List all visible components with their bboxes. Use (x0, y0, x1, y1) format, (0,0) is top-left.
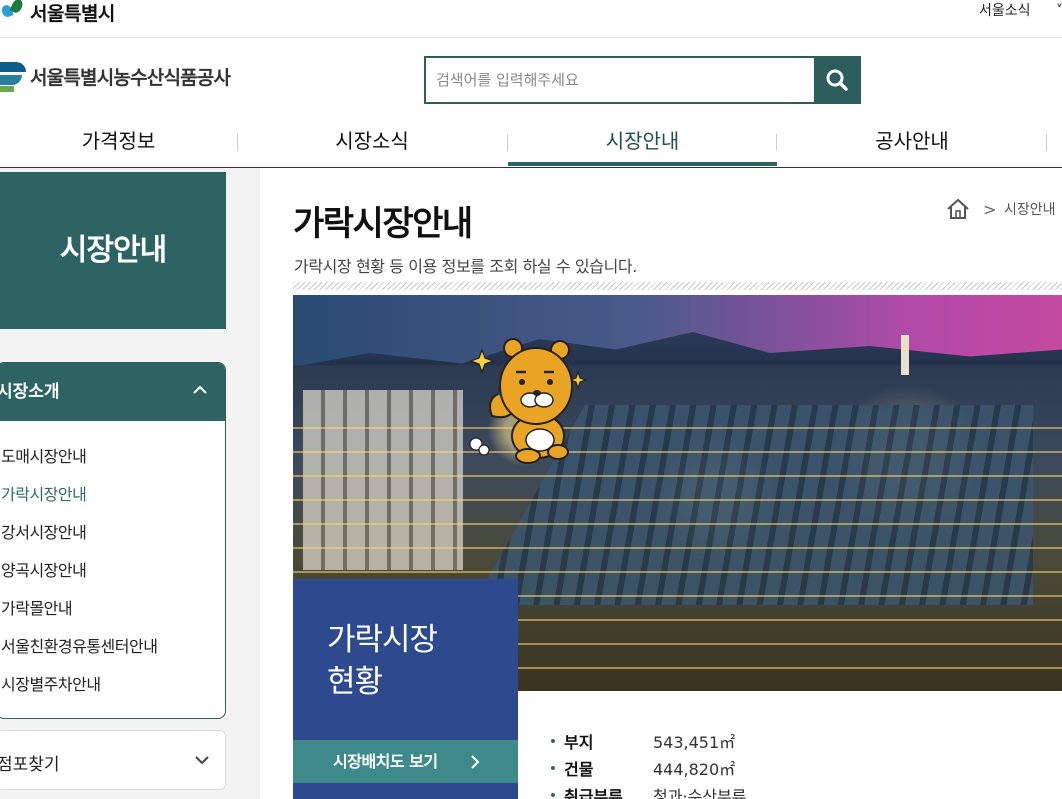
market-map-button-label: 시장배치도 보기 (333, 752, 438, 771)
lnb-title: 시장안내 (0, 172, 226, 329)
gnb-divider (1046, 134, 1047, 151)
chevron-up-icon (193, 385, 207, 394)
chevron-right-icon: > (983, 200, 997, 219)
search-button[interactable] (814, 58, 859, 102)
seoul-logo-text: 서울특별시 (30, 2, 115, 25)
market-map-button[interactable]: 시장배치도 보기 (293, 740, 518, 783)
home-icon[interactable] (946, 198, 970, 220)
card-title-line2: 현황 (327, 664, 383, 700)
gnb-item-corp-guide[interactable]: 공사안내 (777, 118, 1047, 167)
org-logo[interactable]: 서울특별시농수산식품공사 (0, 56, 231, 96)
stat-value: 444,820㎡ (653, 760, 736, 779)
breadcrumb-current[interactable]: 시장안내 (1004, 199, 1056, 219)
seoul-city-logo[interactable]: 서울특별시 (0, 0, 115, 25)
search-icon (826, 69, 848, 91)
chevron-down-icon (195, 756, 209, 765)
gnb-item-market-news[interactable]: 시장소식 (237, 118, 507, 167)
lnb-group2-label: 점포찾기 (0, 755, 60, 775)
search-input[interactable] (426, 58, 814, 102)
lnb-sub-gangseo[interactable]: 강서시장안내 (1, 519, 87, 543)
stat-value: 543,451㎡ (653, 733, 736, 752)
lnb-sub-garak[interactable]: 가락시장안내 (1, 481, 87, 505)
gnb-active-indicator (508, 162, 777, 166)
top-utility-bar: 서울특별시 서울소식 ˅ (0, 0, 1062, 38)
lnb-group-label: 시장소개 (0, 382, 60, 402)
stat-value: 청과·수산부류 (653, 787, 747, 799)
org-name: 서울특별시농수산식품공사 (30, 66, 231, 89)
page-title: 가락시장안내 (293, 204, 473, 244)
mascot-character-image (469, 338, 588, 464)
gnb-item-price-info[interactable]: 가격정보 (0, 118, 237, 167)
stat-label: 취급부류 (564, 787, 623, 799)
gnb-divider (507, 134, 508, 151)
title-divider (293, 282, 1062, 290)
gnb-divider (776, 134, 777, 151)
bullet-icon (551, 766, 555, 770)
lnb-sub-eco-center[interactable]: 서울친환경유통센터안내 (1, 633, 158, 657)
bullet-icon (551, 739, 555, 743)
stat-label: 부지 (564, 733, 594, 752)
market-status-card: 가락시장 현황 시장배치도 보기 (293, 579, 518, 799)
lnb-group-market-intro: 시장소개 도매시장안내 가락시장안내 강서시장안내 양곡시장안내 가락몰안내 서… (0, 362, 226, 719)
search-bar (424, 56, 861, 104)
bullet-icon (551, 793, 555, 797)
lnb-sub-grain[interactable]: 양곡시장안내 (1, 557, 87, 581)
page-description: 가락시장 현황 등 이용 정보를 조회 하실 수 있습니다. (294, 257, 637, 276)
lnb-sub-garak-mall[interactable]: 가락몰안내 (1, 595, 73, 619)
seoul-news-link[interactable]: 서울소식 (979, 0, 1031, 22)
seoul-logo-icon (0, 0, 26, 23)
main-navigation: 가격정보 시장소식 시장안내 공사안내 (0, 118, 1062, 168)
card-title-line1: 가락시장 (327, 622, 438, 658)
stat-label: 건물 (564, 760, 594, 779)
gnb-item-market-guide[interactable]: 시장안내 (508, 118, 777, 167)
chevron-right-icon (471, 755, 480, 769)
util-more-link[interactable]: ˅ (1056, 0, 1062, 22)
lnb-sub-wholesale[interactable]: 도매시장안내 (1, 443, 87, 467)
org-logo-icon (0, 58, 26, 94)
lnb-group-store-finder[interactable]: 점포찾기 (0, 730, 226, 790)
lnb-group-header[interactable]: 시장소개 (0, 363, 225, 421)
lnb-sub-parking[interactable]: 시장별주차안내 (1, 671, 101, 695)
gnb-divider (237, 134, 238, 151)
card-title: 가락시장 현황 (327, 619, 438, 703)
